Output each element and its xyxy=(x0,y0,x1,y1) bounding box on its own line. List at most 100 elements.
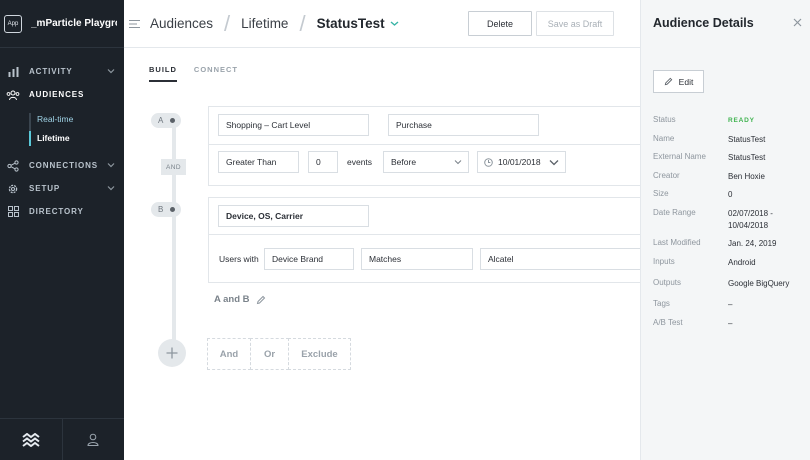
nav-activity[interactable]: ACTIVITY xyxy=(0,60,124,83)
audiences-subnav: Real-time Lifetime xyxy=(29,110,124,148)
tab-connect[interactable]: CONNECT xyxy=(194,65,238,82)
workspace-name: _mParticle Playground xyxy=(31,18,117,29)
status-badge: READY xyxy=(728,117,755,124)
criterion-a-card: Shopping – Cart Level Purchase Greater T… xyxy=(208,106,648,186)
subnav-lifetime[interactable]: Lifetime xyxy=(37,129,124,148)
sidebar: App _mParticle Playground ACTIVITY AUDIE… xyxy=(0,0,124,460)
detail-ab-test: A/B Test – xyxy=(653,318,733,328)
edit-button[interactable]: Edit xyxy=(653,70,704,93)
clock-icon xyxy=(484,158,493,167)
detail-date-range: Date Range 02/07/2018 - 10/04/2018 xyxy=(653,208,773,230)
users-with-label: Users with xyxy=(219,254,259,264)
workspace-switcher[interactable]: App _mParticle Playground xyxy=(0,0,124,48)
time-operator-value: Before xyxy=(391,157,417,167)
plus-icon xyxy=(166,347,178,359)
criteria-connector-line xyxy=(172,117,176,362)
network-icon xyxy=(6,159,20,172)
time-operator-select[interactable]: Before xyxy=(383,151,469,173)
nav-label: SETUP xyxy=(29,184,61,193)
app-icon: App xyxy=(4,14,22,33)
breadcrumb-separator: / xyxy=(224,10,231,36)
audience-builder: BUILD CONNECT A AND B Shopping – Cart Le… xyxy=(124,49,650,460)
menu-icon[interactable] xyxy=(128,18,142,30)
audience-details-panel: Audience Details Edit Status READY Name … xyxy=(640,0,810,460)
badge-letter: B xyxy=(158,205,164,214)
event-count-input[interactable]: 0 xyxy=(308,151,338,173)
nav-connections[interactable]: CONNECTIONS xyxy=(0,154,124,177)
audience-title[interactable]: StatusTest xyxy=(317,16,385,31)
date-value: 10/01/2018 xyxy=(498,157,541,167)
chevron-down-icon xyxy=(454,160,462,165)
badge-dot xyxy=(170,207,175,212)
detail-status: Status READY xyxy=(653,115,808,127)
top-bar: Audiences / Lifetime / StatusTest Delete… xyxy=(124,0,640,48)
attribute-source-field[interactable]: Device, OS, Carrier xyxy=(218,205,369,227)
grid-icon xyxy=(6,206,20,218)
nav-label: AUDIENCES xyxy=(29,90,85,99)
nav-setup[interactable]: SETUP xyxy=(0,177,124,200)
logo-icon xyxy=(22,432,40,447)
pencil-icon xyxy=(664,77,672,86)
nav-audiences[interactable]: AUDIENCES xyxy=(0,83,124,106)
breadcrumb: Audiences / Lifetime / StatusTest xyxy=(150,11,399,37)
user-profile[interactable] xyxy=(63,419,125,460)
criterion-b-card: Device, OS, Carrier Users with Device Br… xyxy=(208,197,650,283)
add-exclude-button[interactable]: Exclude xyxy=(288,338,351,370)
close-icon[interactable] xyxy=(793,18,802,27)
detail-name: Name StatusTest xyxy=(653,134,766,144)
chevron-down-icon xyxy=(107,69,115,74)
attribute-field[interactable]: Device Brand xyxy=(264,248,354,270)
detail-tags: Tags – xyxy=(653,299,733,309)
breadcrumb-separator: / xyxy=(299,10,306,36)
row-divider xyxy=(209,144,648,145)
badge-letter: A xyxy=(158,116,164,125)
subnav-real-time[interactable]: Real-time xyxy=(37,110,124,129)
chevron-down-icon[interactable] xyxy=(390,20,399,27)
row-divider xyxy=(209,234,648,235)
group-expression-text: A and B xyxy=(214,294,250,305)
chevron-down-icon xyxy=(549,160,559,166)
add-operator-group: And Or Exclude xyxy=(207,338,351,370)
value-field[interactable]: Alcatel xyxy=(480,248,650,270)
nav-directory[interactable]: DIRECTORY xyxy=(0,200,124,223)
date-picker[interactable]: 10/01/2018 xyxy=(477,151,566,173)
nav-label: ACTIVITY xyxy=(29,67,73,76)
detail-last-modified: Last Modified Jan. 24, 2019 xyxy=(653,238,777,248)
comparison-select[interactable]: Greater Than xyxy=(218,151,299,173)
main-nav: ACTIVITY AUDIENCES Real-time Lifetime CO… xyxy=(0,60,124,223)
delete-button[interactable]: Delete xyxy=(468,11,532,36)
operator-field[interactable]: Matches xyxy=(361,248,473,270)
group-expression[interactable]: A and B xyxy=(214,294,266,305)
chevron-down-icon xyxy=(107,163,115,168)
detail-outputs: Outputs Google BigQuery xyxy=(653,278,790,288)
add-criterion-button[interactable] xyxy=(158,339,186,367)
events-label: events xyxy=(347,157,373,167)
detail-external-name: External Name StatusTest xyxy=(653,152,766,162)
edit-label: Edit xyxy=(678,76,694,87)
mparticle-logo[interactable] xyxy=(0,419,63,460)
event-name-field[interactable]: Purchase xyxy=(388,114,539,136)
bar-chart-icon xyxy=(6,66,20,78)
panel-title: Audience Details xyxy=(653,16,754,30)
people-icon xyxy=(6,89,20,101)
pencil-icon[interactable] xyxy=(256,295,266,305)
add-or-button[interactable]: Or xyxy=(250,338,289,370)
gear-icon xyxy=(6,183,20,195)
active-indicator xyxy=(29,131,31,146)
save-draft-button[interactable]: Save as Draft xyxy=(536,11,614,36)
user-icon xyxy=(87,433,99,446)
nav-label: CONNECTIONS xyxy=(29,161,99,170)
chevron-down-icon xyxy=(107,186,115,191)
breadcrumb-audiences[interactable]: Audiences xyxy=(150,16,213,31)
tab-bar: BUILD CONNECT xyxy=(149,65,238,82)
add-and-button[interactable]: And xyxy=(207,338,251,370)
nav-label: DIRECTORY xyxy=(29,207,84,216)
criterion-a-badge[interactable]: A xyxy=(151,113,181,128)
detail-inputs: Inputs Android xyxy=(653,257,756,267)
criterion-b-badge[interactable]: B xyxy=(151,202,181,217)
tab-build[interactable]: BUILD xyxy=(149,65,177,82)
event-source-field[interactable]: Shopping – Cart Level xyxy=(218,114,369,136)
sidebar-footer xyxy=(0,418,124,460)
breadcrumb-lifetime[interactable]: Lifetime xyxy=(241,16,288,31)
and-connector[interactable]: AND xyxy=(161,159,186,175)
